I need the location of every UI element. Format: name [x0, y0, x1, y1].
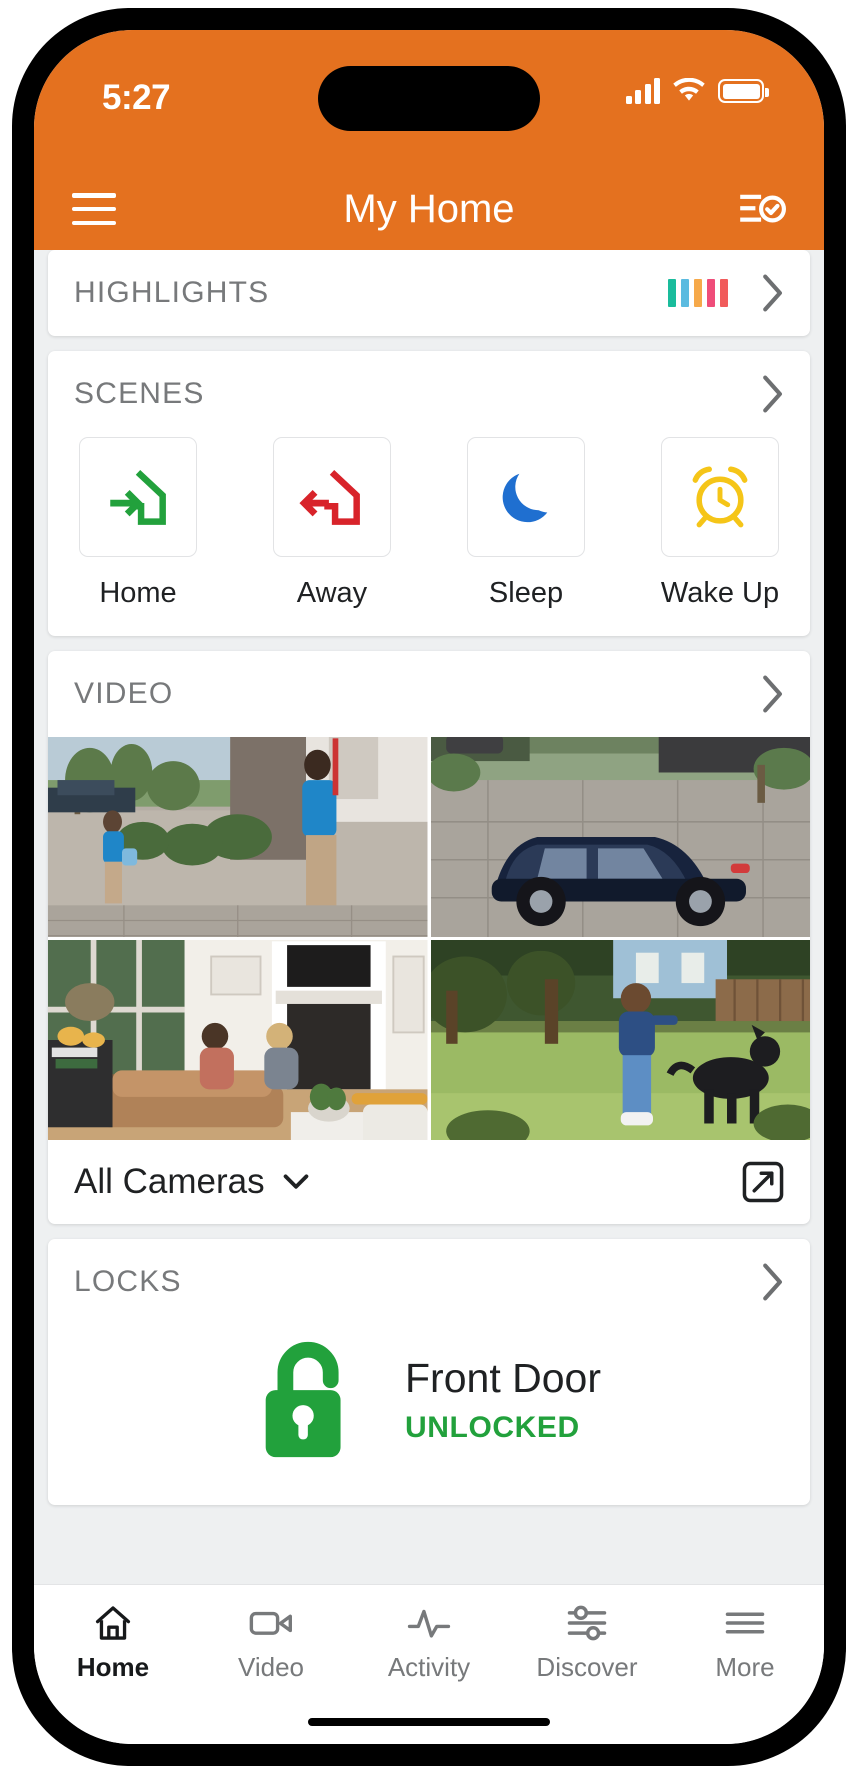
highlights-title: HIGHLIGHTS	[74, 276, 270, 309]
tab-label: Video	[237, 1652, 305, 1682]
scene-item-sleep[interactable]: Sleep	[458, 437, 594, 610]
locks-title: LOCKS	[74, 1265, 182, 1298]
video-camera-icon	[249, 1601, 293, 1645]
chevron-right-icon[interactable]	[762, 675, 784, 713]
scene-tile[interactable]	[661, 437, 779, 557]
locks-card: LOCKS Front Door UNLOCKED	[48, 1239, 810, 1505]
dynamic-island	[318, 66, 540, 131]
app-header: My Home	[34, 168, 824, 250]
video-header[interactable]: VIDEO	[48, 651, 810, 737]
scene-tile[interactable]	[467, 437, 585, 557]
locks-header[interactable]: LOCKS	[48, 1239, 810, 1325]
home-indicator	[308, 1718, 550, 1726]
status-bar: 5:27	[34, 30, 824, 168]
backyard-camera-feed	[430, 940, 810, 1140]
scenes-title: SCENES	[74, 377, 205, 410]
expand-fullscreen-icon[interactable]	[742, 1161, 784, 1203]
chevron-down-icon[interactable]	[283, 1174, 309, 1190]
scene-label: Wake Up	[660, 577, 780, 609]
status-bar-icons	[625, 78, 769, 104]
camera-tile-driveway[interactable]	[430, 737, 810, 937]
status-bar-time: 5:27	[102, 78, 171, 117]
camera-tile-front-door[interactable]	[48, 737, 428, 937]
wifi-icon	[673, 78, 705, 101]
tab-discover[interactable]: Discover	[508, 1585, 666, 1700]
tab-label: Activity	[387, 1652, 471, 1682]
discover-icon	[566, 1601, 608, 1645]
alarm-clock-icon	[692, 466, 748, 528]
home-arrow-in-icon	[110, 469, 166, 525]
front-door-camera-feed	[48, 737, 428, 937]
phone-frame: 5:27 My Home HIGHLIGHTS SCENES Home Away…	[12, 8, 846, 1766]
scene-tile[interactable]	[273, 437, 391, 557]
scene-label: Away	[296, 577, 368, 609]
home-arrow-out-icon	[299, 469, 360, 525]
tab-video[interactable]: Video	[192, 1585, 350, 1700]
living-room-camera-feed	[48, 940, 428, 1140]
main-content: HIGHLIGHTS SCENES Home Away Sleep Wake U…	[34, 250, 824, 1584]
unlocked-padlock-icon[interactable]	[257, 1335, 365, 1465]
scene-label: Sleep	[488, 577, 564, 609]
lock-status-badge: UNLOCKED	[405, 1410, 580, 1444]
scene-item-home[interactable]: Home	[70, 437, 206, 610]
video-footer: All Cameras	[48, 1140, 810, 1224]
video-card: VIDEO All Cameras	[48, 651, 810, 1224]
camera-grid	[48, 737, 810, 1140]
tab-label: More	[715, 1652, 775, 1682]
tab-more[interactable]: More	[666, 1585, 824, 1700]
highlights-header[interactable]: HIGHLIGHTS	[48, 250, 810, 336]
lock-info: Front Door UNLOCKED	[405, 1355, 601, 1444]
camera-tile-backyard[interactable]	[430, 940, 810, 1140]
tab-label: Home	[76, 1652, 150, 1682]
list-check-icon[interactable]	[740, 190, 786, 228]
camera-filter-label[interactable]: All Cameras	[74, 1162, 265, 1202]
color-bars-icon	[668, 279, 728, 307]
scene-tile[interactable]	[79, 437, 197, 557]
sofa	[101, 1070, 284, 1128]
scene-item-wake-up[interactable]: Wake Up	[652, 437, 788, 610]
camera-tile-living-room[interactable]	[48, 940, 428, 1140]
scene-label: Home	[99, 577, 177, 609]
more-lines-icon	[724, 1601, 766, 1645]
scenes-card: SCENES Home Away Sleep Wake Up	[48, 351, 810, 636]
scenes-header[interactable]: SCENES	[48, 351, 810, 437]
driveway-camera-feed	[430, 737, 810, 937]
crescent-moon-icon	[502, 473, 548, 523]
tab-home[interactable]: Home	[34, 1585, 192, 1700]
chevron-right-icon[interactable]	[762, 274, 784, 312]
page-title: My Home	[343, 186, 515, 231]
cellular-signal-icon	[625, 78, 660, 104]
tab-activity[interactable]: Activity	[350, 1585, 508, 1700]
home-icon	[92, 1601, 134, 1645]
hamburger-menu-icon[interactable]	[72, 193, 116, 225]
video-title: VIDEO	[74, 677, 174, 710]
lock-device-row[interactable]: Front Door UNLOCKED	[48, 1325, 810, 1505]
phone-screen: 5:27 My Home HIGHLIGHTS SCENES Home Away…	[34, 30, 824, 1744]
lock-device-name: Front Door	[405, 1355, 601, 1402]
chevron-right-icon[interactable]	[762, 375, 784, 413]
bottom-tab-bar: Home Video Activity Discover More	[34, 1584, 824, 1744]
chevron-right-icon[interactable]	[762, 1263, 784, 1301]
pulse-wave-icon	[407, 1601, 451, 1645]
tab-label: Discover	[536, 1652, 638, 1682]
person-at-door	[302, 738, 339, 908]
highlights-card[interactable]: HIGHLIGHTS	[48, 250, 810, 336]
scene-item-away[interactable]: Away	[264, 437, 400, 610]
battery-full-icon	[718, 79, 769, 103]
scenes-list: Home Away Sleep Wake Up	[48, 437, 810, 636]
